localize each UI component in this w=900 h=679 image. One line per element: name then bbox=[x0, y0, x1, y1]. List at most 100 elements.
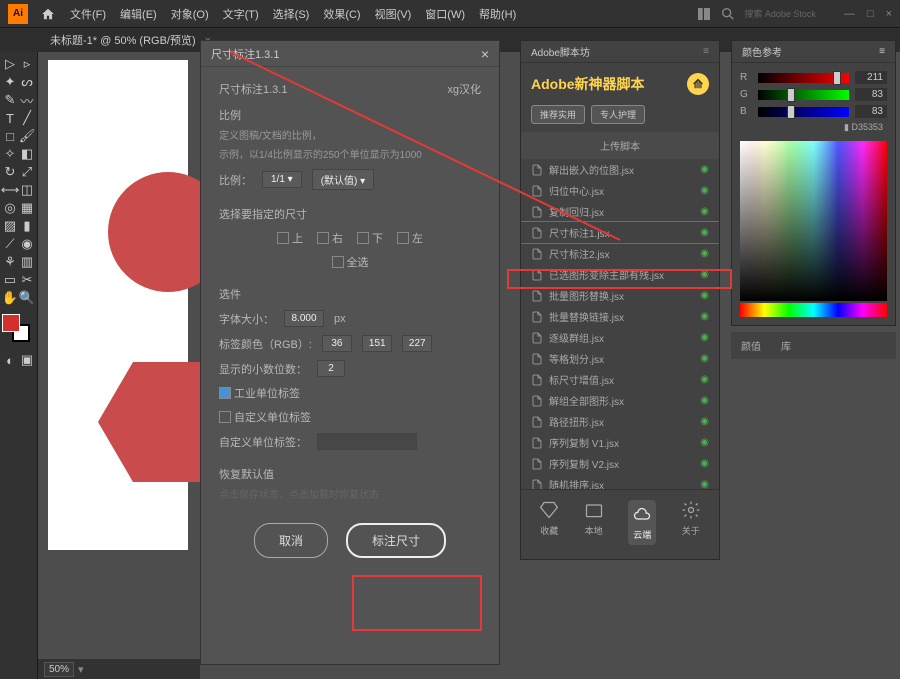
download-icon[interactable]: ◉ bbox=[700, 311, 709, 322]
checkbox-bottom[interactable]: 下 bbox=[357, 230, 383, 246]
script-item[interactable]: 复制回归.jsx◉ bbox=[521, 201, 719, 222]
nav-favorite[interactable]: 收藏 bbox=[539, 500, 559, 545]
pen-tool[interactable]: ✎ bbox=[2, 92, 18, 108]
document-tab[interactable]: 未标题-1* @ 50% (RGB/预览) × bbox=[40, 28, 221, 52]
swatches-tab-2[interactable]: 库 bbox=[781, 338, 791, 353]
rectangle-tool[interactable]: □ bbox=[2, 128, 18, 144]
script-item[interactable]: 尺寸标注2.jsx◉ bbox=[521, 243, 719, 264]
lasso-tool[interactable]: ᔕ bbox=[19, 74, 35, 90]
mesh-tool[interactable]: ▨ bbox=[2, 218, 18, 234]
menu-type[interactable]: 文字(T) bbox=[223, 6, 259, 22]
download-icon[interactable]: ◉ bbox=[700, 353, 709, 364]
shape-builder-tool[interactable]: ◎ bbox=[2, 200, 18, 216]
script-item[interactable]: 批量替换链接.jsx◉ bbox=[521, 306, 719, 327]
slice-tool[interactable]: ✂ bbox=[19, 272, 35, 288]
menu-select[interactable]: 选择(S) bbox=[273, 6, 310, 22]
menu-object[interactable]: 对象(O) bbox=[171, 6, 209, 22]
script-item[interactable]: 序列复制 V2.jsx◉ bbox=[521, 453, 719, 474]
b-slider[interactable] bbox=[758, 107, 849, 117]
curvature-tool[interactable]: 〰 bbox=[19, 92, 35, 108]
custom-unit-input[interactable] bbox=[317, 433, 417, 450]
decimals-input[interactable] bbox=[317, 360, 345, 377]
download-icon[interactable]: ◉ bbox=[700, 437, 709, 448]
nav-cloud[interactable]: 云端 bbox=[628, 500, 656, 545]
type-tool[interactable]: T bbox=[2, 110, 18, 126]
script-item[interactable]: 等格划分.jsx◉ bbox=[521, 348, 719, 369]
graph-tool[interactable]: ▥ bbox=[19, 254, 35, 270]
download-icon[interactable]: ◉ bbox=[700, 164, 709, 175]
download-icon[interactable]: ◉ bbox=[700, 479, 709, 489]
width-tool[interactable]: ⟷ bbox=[2, 182, 18, 198]
panel-menu-icon[interactable]: ≡ bbox=[703, 46, 709, 57]
gradient-tool[interactable]: ▮ bbox=[19, 218, 35, 234]
selection-tool[interactable]: ▷ bbox=[2, 56, 18, 72]
download-icon[interactable]: ◉ bbox=[700, 458, 709, 469]
home-icon[interactable] bbox=[38, 4, 58, 24]
script-item[interactable]: 解出嵌入的位图.jsx◉ bbox=[521, 159, 719, 180]
paintbrush-tool[interactable]: 🖌 bbox=[19, 128, 35, 144]
script-item[interactable]: 序列复制 V1.jsx◉ bbox=[521, 432, 719, 453]
color-r-input[interactable] bbox=[322, 335, 352, 352]
color-b-input[interactable] bbox=[402, 335, 432, 352]
artboard-tool[interactable]: ▭ bbox=[2, 272, 18, 288]
swatches-tab-1[interactable]: 颜值 bbox=[741, 338, 761, 353]
zoom-select[interactable]: 50% bbox=[44, 662, 74, 677]
pro-button[interactable]: 专人护理 bbox=[591, 105, 645, 124]
color-picker[interactable] bbox=[740, 141, 887, 301]
eyedropper-tool[interactable]: ⟋ bbox=[2, 236, 18, 252]
window-minimize[interactable]: — bbox=[844, 8, 855, 20]
fill-swatch[interactable] bbox=[2, 314, 20, 332]
symbol-sprayer-tool[interactable]: ⚘ bbox=[2, 254, 18, 270]
direct-selection-tool[interactable]: ▹ bbox=[19, 56, 35, 72]
magic-wand-tool[interactable]: ✦ bbox=[2, 74, 18, 90]
menu-edit[interactable]: 编辑(E) bbox=[120, 6, 157, 22]
checkbox-right[interactable]: 右 bbox=[317, 230, 343, 246]
cancel-button[interactable]: 取消 bbox=[254, 523, 328, 558]
dialog-titlebar[interactable]: 尺寸标注1.3.1 × bbox=[201, 41, 499, 67]
color-panel-tab[interactable]: 颜色参考≡ bbox=[732, 41, 895, 63]
scale-tool[interactable]: ⤢ bbox=[19, 164, 35, 180]
search-icon[interactable] bbox=[720, 6, 736, 22]
color-g-input[interactable] bbox=[362, 335, 392, 352]
line-tool[interactable]: ╱ bbox=[19, 110, 35, 126]
panel-menu-icon[interactable]: ≡ bbox=[879, 46, 885, 57]
blend-tool[interactable]: ◉ bbox=[19, 236, 35, 252]
stock-search[interactable]: 搜索 Adobe Stock bbox=[744, 7, 816, 20]
g-value[interactable]: 83 bbox=[855, 88, 887, 101]
download-icon[interactable]: ◉ bbox=[700, 227, 709, 238]
b-value[interactable]: 83 bbox=[855, 105, 887, 118]
download-icon[interactable]: ◉ bbox=[700, 206, 709, 217]
script-item[interactable]: 随机排序.jsx◉ bbox=[521, 474, 719, 489]
checkbox-left[interactable]: 左 bbox=[397, 230, 423, 246]
menu-view[interactable]: 视图(V) bbox=[375, 6, 412, 22]
script-item[interactable]: 尺寸标注1.jsx◉ bbox=[521, 222, 719, 243]
script-item[interactable]: 路径扭形.jsx◉ bbox=[521, 411, 719, 432]
confirm-button[interactable]: 标注尺寸 bbox=[346, 523, 446, 558]
scale-default-dropdown[interactable]: (默认值) ▾ bbox=[312, 169, 374, 190]
script-item[interactable]: 标尺寸增值.jsx◉ bbox=[521, 369, 719, 390]
script-list[interactable]: 解出嵌入的位图.jsx◉归位中心.jsx◉复制回归.jsx◉尺寸标注1.jsx◉… bbox=[521, 159, 719, 489]
chevron-down-icon[interactable]: ▾ bbox=[78, 663, 84, 676]
color-swatches[interactable] bbox=[2, 314, 30, 342]
menu-help[interactable]: 帮助(H) bbox=[479, 6, 516, 22]
download-icon[interactable]: ◉ bbox=[700, 248, 709, 259]
useful-button[interactable]: 推荐实用 bbox=[531, 105, 585, 124]
draw-mode-icon[interactable]: ◐ bbox=[2, 352, 18, 368]
hex-value[interactable]: ▮ D35353 bbox=[740, 122, 887, 133]
download-icon[interactable]: ◉ bbox=[700, 416, 709, 427]
download-icon[interactable]: ◉ bbox=[700, 374, 709, 385]
font-size-input[interactable] bbox=[284, 310, 324, 327]
download-icon[interactable]: ◉ bbox=[700, 332, 709, 343]
nav-about[interactable]: 关于 bbox=[681, 500, 701, 545]
eraser-tool[interactable]: ◧ bbox=[19, 146, 35, 162]
hue-strip[interactable] bbox=[740, 303, 887, 317]
scale-dropdown[interactable]: 1/1 ▾ bbox=[262, 171, 302, 188]
close-icon[interactable]: × bbox=[481, 46, 489, 62]
r-slider[interactable] bbox=[758, 73, 849, 83]
panel-tab[interactable]: Adobe脚本坊 ≡ bbox=[521, 41, 719, 63]
nav-local[interactable]: 本地 bbox=[584, 500, 604, 545]
r-value[interactable]: 211 bbox=[855, 71, 887, 84]
layout-icon[interactable] bbox=[696, 6, 712, 22]
perspective-tool[interactable]: ▦ bbox=[19, 200, 35, 216]
download-icon[interactable]: ◉ bbox=[700, 269, 709, 280]
